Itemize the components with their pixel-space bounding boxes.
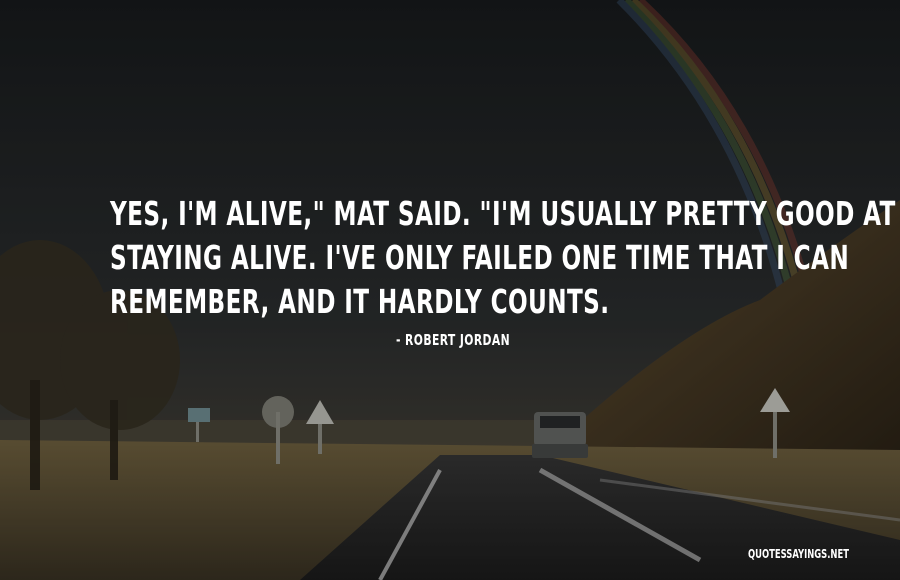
quote-image: Yes, I'm alive," Mat said. "I'm usually … xyxy=(0,0,900,580)
quote-line: Yes, I'm alive," Mat said. "I'm usually … xyxy=(110,194,896,233)
quote-text: Yes, I'm alive," Mat said. "I'm usually … xyxy=(110,192,896,324)
quote-line: staying alive. I've only failed one time… xyxy=(110,238,850,277)
site-watermark: QUOTESSAYINGS.NET xyxy=(748,547,849,561)
quote-author: - Robert Jordan xyxy=(396,331,511,349)
quote-line: remember, and it hardly counts. xyxy=(110,282,610,321)
